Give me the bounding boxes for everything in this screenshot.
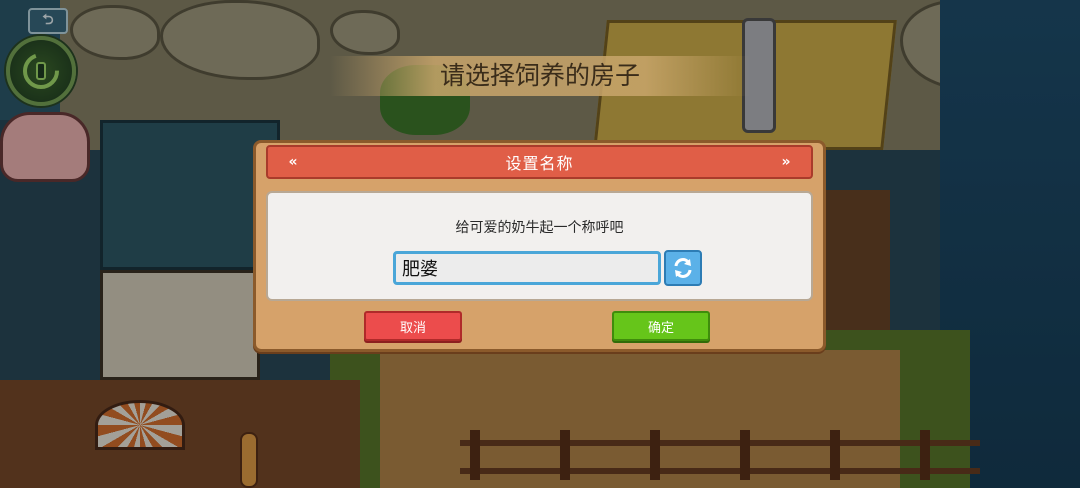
chevron-right-icon: » [781,154,791,170]
random-name-button[interactable] [664,250,702,286]
dialog-title: 设置名称 [505,154,574,173]
name-prompt: 给可爱的奶牛起一个称呼吧 [455,220,624,236]
confirm-button[interactable]: 确定 [612,311,710,341]
cancel-button[interactable]: 取消 [364,311,462,341]
refresh-icon [674,258,692,278]
scene-title: 请选择饲养的房子 [330,56,750,96]
dialog-body: 给可爱的奶牛起一个称呼吧 [266,191,813,301]
set-name-dialog: « 设置名称 » 给可爱的奶牛起一个称呼吧 取消 确定 [253,140,826,352]
chevron-left-icon: « [288,154,298,170]
dialog-header: « 设置名称 » [266,145,813,179]
name-input[interactable] [393,251,661,285]
